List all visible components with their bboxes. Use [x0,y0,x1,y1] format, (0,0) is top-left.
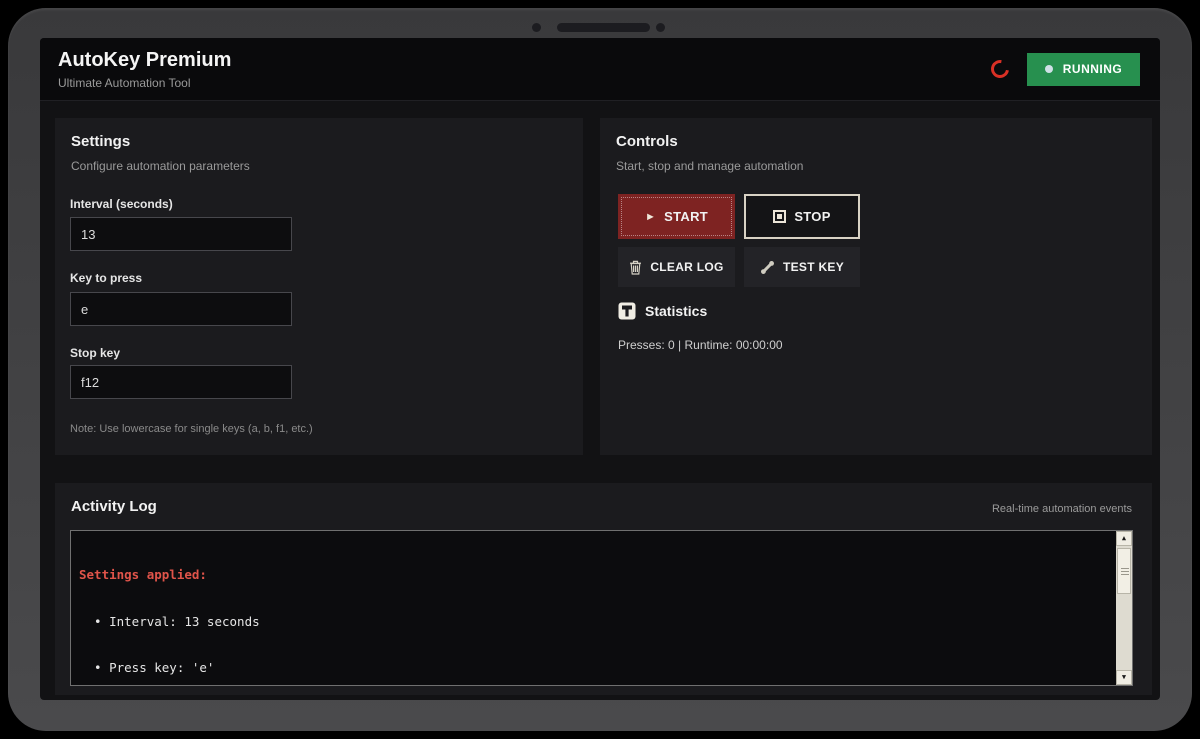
start-button[interactable]: ► START [618,194,735,239]
scrollbar-thumb[interactable] [1117,548,1131,594]
status-badge-label: RUNNING [1063,62,1123,76]
speaker-grille [557,23,650,32]
key-to-press-label: Key to press [70,271,142,285]
header-status-area: RUNNING [991,53,1140,86]
interval-input[interactable] [70,217,292,251]
camera-dot-icon [656,23,665,32]
stop-key-input[interactable] [70,365,292,399]
activity-log-panel: Activity Log Real-time automation events… [55,483,1152,695]
settings-subtitle: Configure automation parameters [71,159,250,173]
test-key-button[interactable]: TEST KEY [744,247,860,287]
stop-button[interactable]: STOP [744,194,860,239]
app-title: AutoKey Premium [58,49,231,72]
controls-title: Controls [616,133,678,150]
log-line: • Interval: 13 seconds [79,614,1106,630]
scroll-down-button[interactable]: ▼ [1116,670,1132,685]
clear-log-button[interactable]: CLEAR LOG [618,247,735,287]
clear-log-label: CLEAR LOG [650,260,723,274]
interval-label: Interval (seconds) [70,197,173,211]
start-button-label: START [664,209,708,224]
controls-panel: Controls Start, stop and manage automati… [600,118,1152,455]
key-to-press-input[interactable] [70,292,292,326]
activity-log-subtitle: Real-time automation events [992,503,1132,515]
statistics-title: Statistics [645,303,707,319]
stop-square-icon [773,210,786,223]
stop-key-label: Stop key [70,346,120,360]
log-line: Settings applied: [79,567,1106,583]
controls-subtitle: Start, stop and manage automation [616,159,803,173]
app-header: AutoKey Premium Ultimate Automation Tool… [40,38,1160,101]
app-window: AutoKey Premium Ultimate Automation Tool… [40,38,1160,700]
scroll-up-icon: ▲ [1122,531,1126,547]
settings-note: Note: Use lowercase for single keys (a, … [70,423,313,435]
app-subtitle: Ultimate Automation Tool [58,76,231,90]
settings-title: Settings [71,133,130,150]
test-key-label: TEST KEY [783,260,844,274]
statistics-header: Statistics [618,302,707,320]
scrollbar-grip-icon [1121,568,1129,575]
stop-button-label: STOP [794,209,830,224]
test-key-icon [760,260,775,275]
log-scrollbar[interactable]: ▲ ▼ [1116,531,1132,685]
play-icon: ► [645,211,656,223]
spinner-icon [987,56,1012,81]
trash-icon [629,260,642,275]
statistics-summary: Presses: 0 | Runtime: 00:00:00 [618,338,783,352]
device-frame: AutoKey Premium Ultimate Automation Tool… [8,8,1192,731]
settings-panel: Settings Configure automation parameters… [55,118,583,455]
app-title-block: AutoKey Premium Ultimate Automation Tool [58,49,231,90]
status-dot-icon [1045,65,1053,73]
activity-log-text-area[interactable]: Settings applied: • Interval: 13 seconds… [70,530,1133,686]
activity-log-title: Activity Log [71,498,157,515]
status-badge: RUNNING [1027,53,1140,86]
camera-dot-icon [532,23,541,32]
scroll-up-button[interactable]: ▲ [1116,531,1132,546]
statistics-box-icon [618,302,636,320]
scroll-down-icon: ▼ [1122,670,1126,686]
log-line: • Press key: 'e' [79,660,1106,676]
